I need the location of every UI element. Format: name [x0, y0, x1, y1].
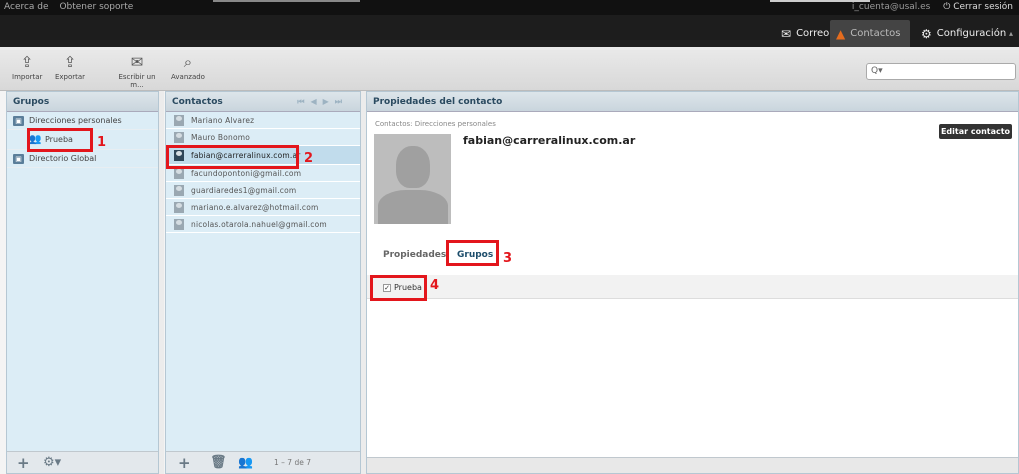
contacts-footer: + 🗑 👥 1 – 7 de 7 [166, 451, 360, 473]
import-button[interactable]: ⇪ Importar [12, 53, 42, 81]
export-icon: ⇪ [63, 53, 77, 71]
contacts-count: 1 – 7 de 7 [274, 458, 311, 467]
contact-label: Mariano Alvarez [191, 115, 255, 125]
avatar-icon [174, 184, 184, 196]
edit-contact-button[interactable]: Editar contacto [939, 124, 1012, 139]
nav-contacts[interactable]: ▲ Contactos [830, 20, 910, 47]
avatar-icon [174, 131, 184, 143]
contact-label: Mauro Bonomo [191, 132, 251, 142]
envelope-plus-icon: ✉ [130, 53, 144, 71]
search-icon[interactable]: Q▾ [871, 66, 883, 76]
user-email: i_cuenta@usal.es [851, 2, 931, 12]
contacts-header: Contactos ⏮◀▶⏭ [166, 92, 360, 112]
props-footer [367, 457, 1018, 473]
avatar-icon [174, 218, 184, 230]
export-button[interactable]: ⇪ Exportar [54, 53, 86, 81]
avatar-icon [174, 114, 184, 126]
annotation-box-4 [370, 275, 427, 301]
contact-item[interactable]: mariano.e.alvarez@hotmail.com [166, 199, 360, 216]
groups-footer: + ⚙▾ [7, 451, 158, 473]
group-assign-icon[interactable]: 👥 [238, 455, 253, 469]
annotation-box-2 [166, 145, 299, 169]
avatar-icon [174, 201, 184, 213]
settings-dropdown[interactable]: ▴ [1006, 20, 1016, 47]
person-icon: ▲ [836, 26, 846, 41]
contact-label: nicolas.otarola.nahuel@gmail.com [191, 219, 327, 229]
pager-icons[interactable]: ⏮◀▶⏭ [297, 97, 348, 107]
properties-panel: Propiedades del contacto Contactos: Dire… [366, 91, 1019, 474]
annotation-box-1 [27, 128, 93, 152]
contact-item[interactable]: nicolas.otarola.nahuel@gmail.com [166, 216, 360, 233]
group-global-label: Directorio Global [29, 154, 97, 163]
nav-settings[interactable]: ⚙ Configuración [915, 20, 1012, 47]
group-options-gear-icon[interactable]: ⚙▾ [43, 455, 61, 470]
annotation-label-1: 1 [97, 135, 107, 150]
advanced-search-button[interactable]: ⌕ Avanzado [170, 53, 206, 81]
contacts-title: Contactos [172, 97, 223, 107]
header-bar: ✉ Correo ▲ Contactos ⚙ Configuración ▴ [0, 15, 1019, 47]
annotation-label-2: 2 [304, 151, 314, 166]
photo-body [378, 190, 448, 224]
group-global[interactable]: ▣ Directorio Global [7, 150, 158, 168]
compose-label: Escribir un m... [118, 73, 156, 89]
envelope-icon: ✉ [781, 26, 792, 41]
address-book-icon: ▣ [13, 115, 24, 126]
logout-link[interactable]: Cerrar sesión [953, 2, 1013, 12]
address-book-icon: ▣ [13, 153, 24, 164]
annotation-label-4: 4 [430, 278, 440, 293]
splitter[interactable] [159, 91, 164, 474]
nav-settings-label: Configuración [936, 28, 1007, 39]
power-icon[interactable]: ⏻ [943, 2, 950, 12]
contact-item[interactable]: Mauro Bonomo [166, 129, 360, 146]
group-membership-row: ✓ Prueba [367, 275, 1018, 299]
support-link[interactable]: Obtener soporte [59, 2, 133, 12]
contact-name: fabian@carreralinux.com.ar [463, 134, 636, 147]
import-icon: ⇪ [20, 53, 34, 71]
decor-line [213, 0, 360, 2]
contact-item[interactable]: Mariano Alvarez [166, 112, 360, 129]
about-link[interactable]: Acerca de [4, 2, 49, 12]
contact-label: mariano.e.alvarez@hotmail.com [191, 202, 319, 212]
advanced-label: Avanzado [171, 73, 205, 81]
toolbar: ⇪ Importar ⇪ Exportar ✉ Escribir un m...… [0, 47, 1019, 91]
tab-properties[interactable]: Propiedades [383, 250, 446, 260]
annotation-label-3: 3 [503, 251, 513, 266]
top-strip: Acerca de Obtener soporte i_cuenta@usal.… [0, 0, 1019, 15]
props-title: Propiedades del contacto [367, 92, 1018, 112]
gear-icon: ⚙ [921, 26, 932, 41]
breadcrumb: Contactos: Direcciones personales [375, 120, 496, 128]
contact-photo [374, 134, 451, 224]
contact-item[interactable]: guardiaredes1@gmail.com [166, 182, 360, 199]
export-label: Exportar [54, 73, 86, 81]
trash-icon[interactable]: 🗑 [210, 455, 227, 470]
annotation-box-3 [446, 240, 499, 266]
group-personal-label: Direcciones personales [29, 116, 122, 125]
top-links: Acerca de Obtener soporte [4, 2, 141, 12]
add-contact-icon[interactable]: + [178, 454, 191, 472]
magnifier-icon: ⌕ [183, 53, 193, 71]
photo-head [396, 146, 430, 188]
compose-button[interactable]: ✉ Escribir un m... [112, 53, 162, 89]
nav-contacts-label: Contactos [850, 28, 901, 39]
contact-label: guardiaredes1@gmail.com [191, 185, 297, 195]
nav-mail[interactable]: ✉ Correo [775, 20, 835, 47]
groups-title: Grupos [7, 92, 158, 112]
avatar-icon [174, 167, 184, 179]
contact-label: facundopontoni@gmail.com [191, 168, 302, 178]
nav-mail-label: Correo [796, 28, 830, 39]
import-label: Importar [12, 73, 43, 81]
search-input[interactable]: Q▾ [866, 63, 1016, 80]
add-group-icon[interactable]: + [17, 454, 30, 472]
user-area: i_cuenta@usal.es ⏻ Cerrar sesión [852, 2, 1013, 12]
